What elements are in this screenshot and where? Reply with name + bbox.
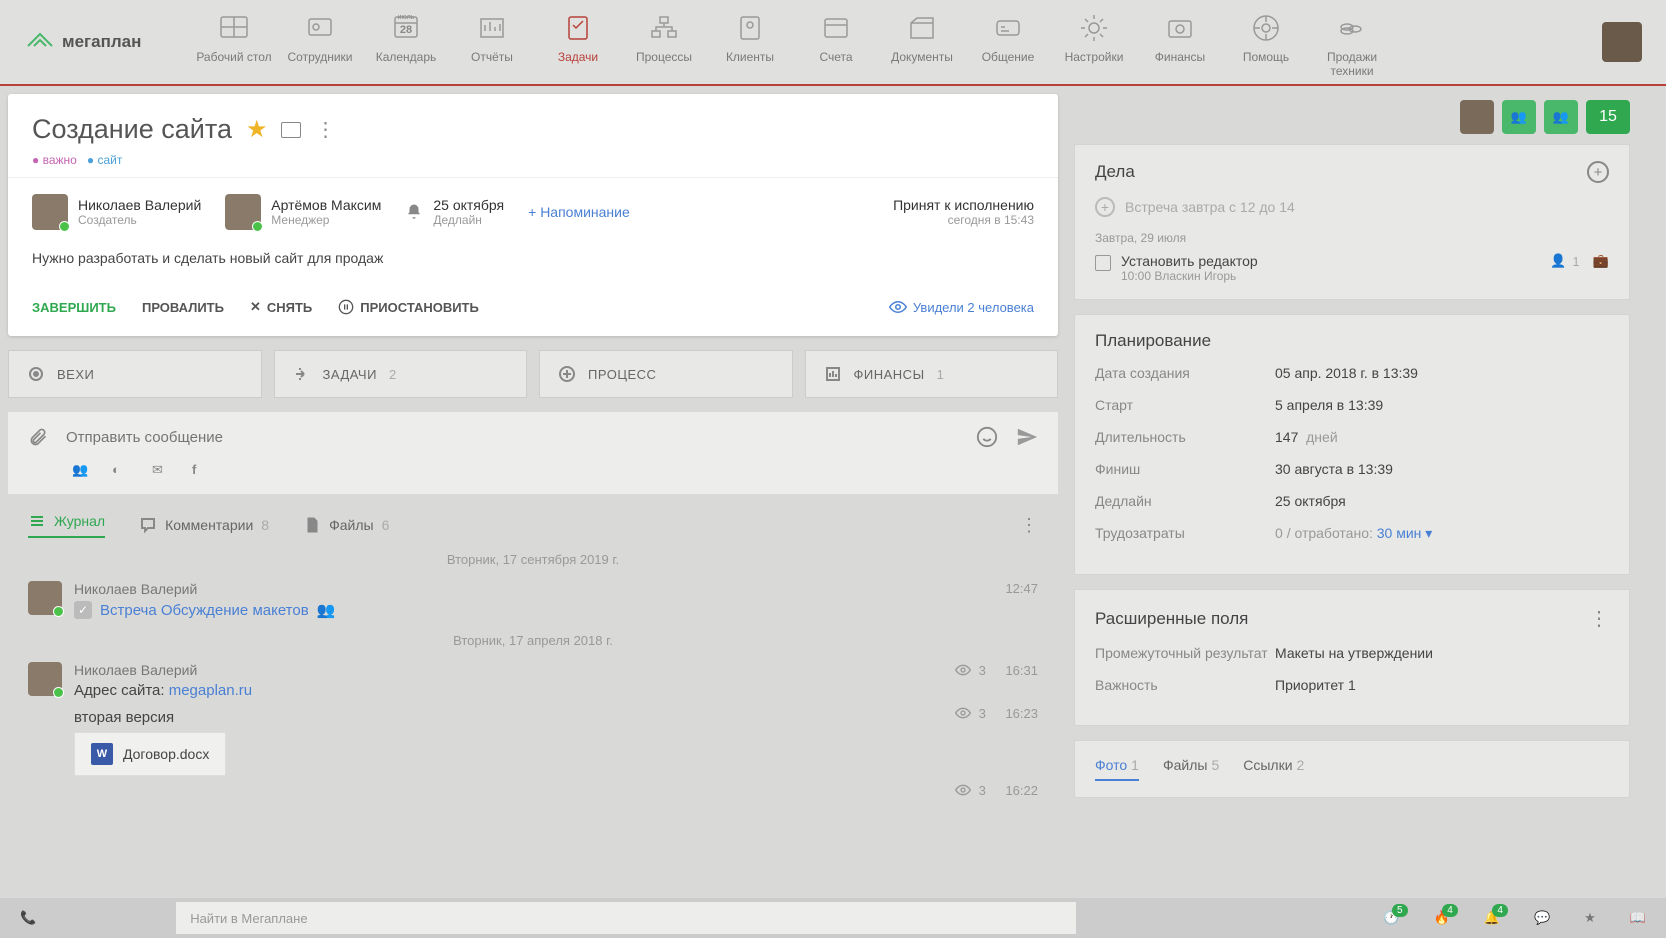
tab-ПРОЦЕСС[interactable]: ПРОЦЕСС xyxy=(539,350,793,398)
nav-Помощь[interactable]: Помощь xyxy=(1226,6,1306,78)
phone-icon[interactable]: 📞 xyxy=(20,910,36,926)
add-icon[interactable]: + xyxy=(1587,161,1609,183)
nav-Общение[interactable]: Общение xyxy=(968,6,1048,78)
nav-Счета[interactable]: Счета xyxy=(796,6,876,78)
add-reminder[interactable]: + Напоминание xyxy=(528,204,630,220)
attach-icon[interactable] xyxy=(28,427,48,447)
nav-Финансы[interactable]: Финансы xyxy=(1140,6,1220,78)
more-icon[interactable]: ⋮ xyxy=(315,117,335,142)
facebook-icon[interactable]: f xyxy=(192,462,210,480)
remove-button[interactable]: ✕ СНЯТЬ xyxy=(250,299,312,315)
dela-panel: Дела+ + Встреча завтра с 12 до 14 Завтра… xyxy=(1074,144,1630,300)
global-search[interactable]: Найти в Мегаплане xyxy=(176,902,1076,934)
ext-fields-panel: Расширенные поля⋮ Промежуточный результа… xyxy=(1074,589,1630,726)
attachtab-Фото[interactable]: Фото1 xyxy=(1095,757,1139,781)
nav-Документы[interactable]: Документы xyxy=(882,6,962,78)
complete-button[interactable]: ЗАВЕРШИТЬ xyxy=(32,300,116,315)
feed-message: вторая версия WДоговор.docx 3 16:23 xyxy=(28,705,1038,776)
date-separator: Вторник, 17 апреля 2018 г. xyxy=(28,633,1038,648)
mail-icon[interactable]: ✉ xyxy=(152,462,170,480)
message-input[interactable] xyxy=(66,429,958,446)
task-description: Нужно разработать и сделать новый сайт д… xyxy=(8,246,1058,286)
top-navigation: мегаплан Рабочий столСотрудники28июльКал… xyxy=(0,0,1666,86)
deadline: 25 октябряДедлайн xyxy=(405,197,504,227)
tab-ЗАДАЧИ[interactable]: ЗАДАЧИ2 xyxy=(274,350,528,398)
people-icon[interactable]: 👥 xyxy=(72,462,90,480)
nav-Продажи техники[interactable]: Продажи техники xyxy=(1312,6,1392,78)
seen-indicator[interactable]: Увидели 2 человека xyxy=(889,298,1034,316)
site-link[interactable]: megaplan.ru xyxy=(169,682,252,699)
nav-Сотрудники[interactable]: Сотрудники xyxy=(280,6,360,78)
nav-Отчёты[interactable]: Отчёты xyxy=(452,6,532,78)
group-icon[interactable]: 👥 xyxy=(1502,100,1536,134)
file-attachment[interactable]: WДоговор.docx xyxy=(74,732,226,776)
fire-icon[interactable]: 🔥4 xyxy=(1434,910,1450,926)
attachments-panel: Фото1 Файлы5 Ссылки2 xyxy=(1074,740,1630,798)
nav-Процессы[interactable]: Процессы xyxy=(624,6,704,78)
compose-box: 👥 ◐ ✉ f xyxy=(8,412,1058,494)
tab-ФИНАНСЫ[interactable]: ФИНАНСЫ1 xyxy=(805,350,1059,398)
attachtab-Ссылки[interactable]: Ссылки2 xyxy=(1243,757,1304,781)
globe-icon[interactable]: ◐ xyxy=(112,462,130,480)
clock-icon[interactable]: 🕐5 xyxy=(1383,910,1399,926)
quick-add[interactable]: + Встреча завтра с 12 до 14 xyxy=(1095,197,1609,217)
nav-Рабочий стол[interactable]: Рабочий стол xyxy=(194,6,274,78)
feedtab-Комментарии[interactable]: Комментарии8 xyxy=(139,516,269,534)
logo[interactable]: мегаплан xyxy=(24,26,184,58)
nav-Клиенты[interactable]: Клиенты xyxy=(710,6,790,78)
star-icon[interactable]: ★ xyxy=(1584,910,1596,926)
chat-icon[interactable]: 💬 xyxy=(1534,910,1550,926)
more-icon[interactable]: ⋮ xyxy=(1589,606,1609,631)
task-card: Создание сайта ★ ⋮ ● важно ● сайт Никола… xyxy=(8,94,1058,336)
effort-link[interactable]: 30 мин ▾ xyxy=(1377,525,1433,541)
date-separator: Вторник, 17 сентября 2019 г. xyxy=(28,552,1038,567)
tab-ВЕХИ[interactable]: ВЕХИ xyxy=(8,350,262,398)
right-header: 👥 👥 15 xyxy=(1074,100,1630,134)
avatar[interactable] xyxy=(1460,100,1494,134)
task-status: Принят к исполнению сегодня в 15:43 xyxy=(893,197,1034,227)
tag-icon[interactable] xyxy=(281,122,301,138)
fail-button[interactable]: ПРОВАЛИТЬ xyxy=(142,300,224,315)
todo-item[interactable]: Установить редактор 10:00 Власкин Игорь … xyxy=(1095,253,1609,283)
planning-panel: Планирование Дата создания05 апр. 2018 г… xyxy=(1074,314,1630,575)
book-icon[interactable]: 📖 xyxy=(1630,910,1646,926)
status-bar: 📞 Найти в Мегаплане 🕐5 🔥4 🔔4 💬 ★ 📖 xyxy=(0,898,1666,938)
feed-message: Николаев Валерий ✓Встреча Обсуждение мак… xyxy=(28,581,1038,619)
count-badge[interactable]: 15 xyxy=(1586,100,1630,134)
nav-Задачи[interactable]: Задачи xyxy=(538,6,618,78)
attachtab-Файлы[interactable]: Файлы5 xyxy=(1163,757,1219,781)
creator[interactable]: Николаев ВалерийСоздатель xyxy=(32,194,201,230)
feed-message: 3 16:22 xyxy=(28,782,1038,802)
meeting-link[interactable]: ✓Встреча Обсуждение макетов 👥 xyxy=(74,601,1038,619)
task-title: Создание сайта xyxy=(32,114,232,145)
feedtab-Файлы[interactable]: Файлы6 xyxy=(303,516,389,534)
user-avatar[interactable] xyxy=(1602,22,1642,62)
bell-icon[interactable]: 🔔4 xyxy=(1484,910,1500,926)
manager[interactable]: Артёмов МаксимМенеджер xyxy=(225,194,381,230)
emoji-icon[interactable] xyxy=(976,426,998,448)
star-icon[interactable]: ★ xyxy=(246,115,268,144)
send-icon[interactable] xyxy=(1016,426,1038,448)
tags: ● важно ● сайт xyxy=(32,153,1034,167)
nav-Календарь[interactable]: 28июльКалендарь xyxy=(366,6,446,78)
more-icon[interactable]: ⋮ xyxy=(1020,515,1038,536)
nav-Настройки[interactable]: Настройки xyxy=(1054,6,1134,78)
feedtab-Журнал[interactable]: Журнал xyxy=(28,512,105,538)
feed-message: Николаев Валерий Адрес сайта: megaplan.r… xyxy=(28,662,1038,699)
group-icon[interactable]: 👥 xyxy=(1544,100,1578,134)
pause-button[interactable]: ПРИОСТАНОВИТЬ xyxy=(338,299,479,315)
